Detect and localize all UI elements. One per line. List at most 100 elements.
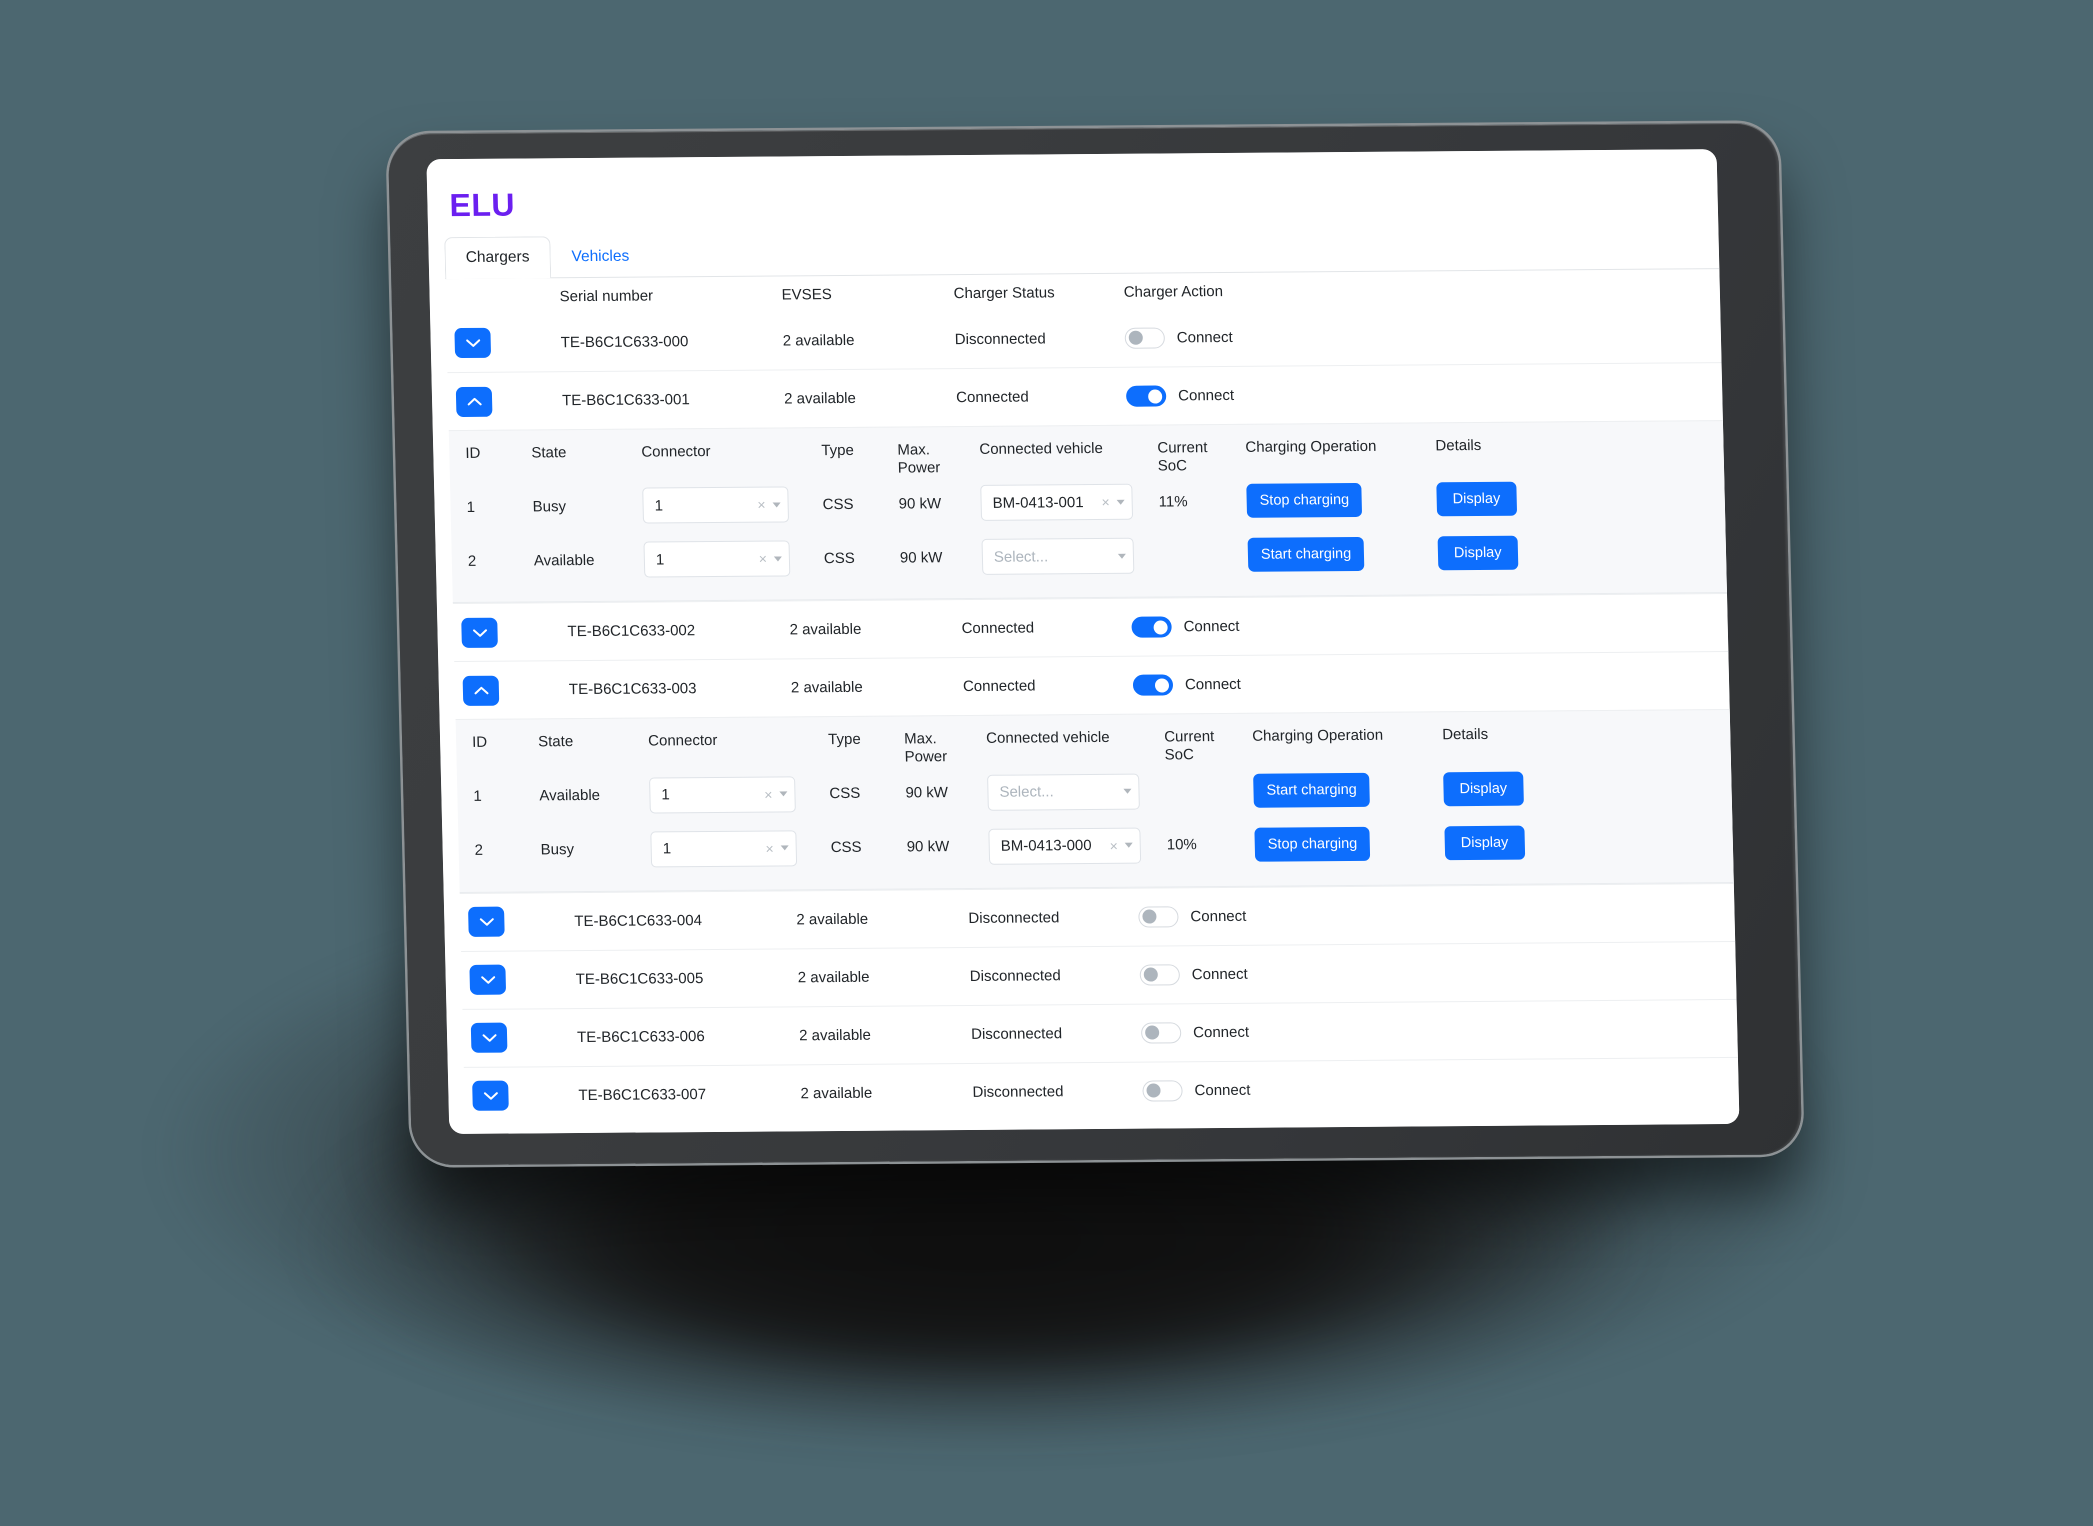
expand-button[interactable]	[469, 964, 507, 996]
evse-row: 2 Busy 1 × CSS 90 kW BM-0413-000 × 10% Stop charg…	[458, 814, 1733, 878]
charger-expand-cell	[460, 906, 569, 938]
charger-serial-number: TE-B6C1C633-000	[560, 332, 689, 351]
toggle-knob	[1145, 1083, 1161, 1098]
display-details-button[interactable]: Display	[1444, 825, 1525, 860]
connector-select[interactable]: 1 ×	[649, 776, 796, 814]
vehicle-select-clear-icon[interactable]: ×	[1109, 838, 1118, 854]
connector-select-chevron-down-icon[interactable]	[772, 502, 781, 508]
vehicle-select-value: BM-0413-000	[1000, 837, 1092, 855]
charger-serial-number: TE-B6C1C633-001	[561, 391, 690, 410]
evse-current-soc	[1154, 555, 1242, 556]
vehicle-select-chevron-down-icon[interactable]	[1123, 788, 1132, 795]
vehicle-select-value: Select...	[999, 783, 1054, 801]
vehicle-select-chevron-down-icon[interactable]	[1124, 842, 1133, 848]
toggle-knob	[1154, 678, 1170, 693]
connector-select-clear-icon[interactable]: ×	[764, 786, 773, 802]
toggle-knob	[1148, 388, 1163, 404]
collapse-button[interactable]	[462, 675, 500, 706]
charger-evses-count: 2 available	[796, 910, 869, 929]
evse-header-state: State	[537, 733, 574, 751]
expand-button[interactable]	[454, 327, 492, 359]
tab-vehicles[interactable]: Vehicles	[550, 236, 651, 278]
evse-id: 1	[473, 788, 482, 806]
evse-current-soc	[1159, 791, 1247, 792]
evse-header-current-soc-line1: Current	[1164, 728, 1215, 746]
evse-vehicle-cell: Select...	[976, 538, 1155, 576]
expand-button[interactable]	[461, 617, 498, 648]
display-details-button[interactable]: Display	[1437, 536, 1518, 571]
vehicle-select-value: Select...	[993, 548, 1049, 566]
evse-header-max-power-line1: Max.	[897, 441, 931, 459]
start-charging-button[interactable]: Start charging	[1247, 537, 1365, 573]
connector-select-value: 1	[662, 840, 672, 858]
evse-row: 2 Available 1 × CSS 90 kW Select... Start charg…	[451, 524, 1726, 588]
connector-select[interactable]: 1 ×	[642, 486, 790, 524]
charger-status: Connected	[962, 677, 1036, 696]
vehicle-select[interactable]: Select...	[981, 538, 1135, 576]
vehicle-select[interactable]: Select...	[987, 773, 1140, 811]
evse-row: 1 Busy 1 × CSS 90 kW BM-0413-001 × 11% Stop charg…	[450, 470, 1725, 534]
charger-status: Disconnected	[972, 1082, 1064, 1101]
vehicle-select-chevron-down-icon[interactable]	[1116, 499, 1125, 505]
evse-operation-cell: Start charging	[1242, 537, 1433, 573]
toggle-knob	[1153, 620, 1168, 635]
connector-select-chevron-down-icon[interactable]	[773, 556, 782, 562]
evse-operation-cell: Start charging	[1247, 772, 1438, 808]
connector-select-chevron-down-icon[interactable]	[779, 791, 788, 797]
connector-select[interactable]: 1 ×	[650, 830, 798, 868]
connector-select-clear-icon[interactable]: ×	[759, 551, 768, 567]
connector-select-chevron-down-icon[interactable]	[780, 845, 789, 851]
vehicle-select[interactable]: BM-0413-000 ×	[988, 827, 1142, 865]
charger-serial-number: TE-B6C1C633-002	[567, 622, 696, 641]
evse-connector-cell: 1 ×	[636, 486, 817, 524]
evse-id: 2	[474, 842, 484, 860]
charger-expand-cell	[453, 617, 562, 648]
charger-status: Connected	[955, 388, 1029, 407]
connect-toggle-switch[interactable]	[1139, 964, 1181, 986]
connector-select-clear-icon[interactable]: ×	[757, 497, 766, 513]
evse-header-connector: Connector	[647, 732, 718, 750]
charger-expand-cell	[455, 675, 564, 706]
collapse-button[interactable]	[455, 386, 493, 417]
evse-header-type: Type	[827, 731, 861, 749]
evse-max-power: 90 kW	[905, 784, 949, 802]
charger-expand-cell	[464, 1080, 573, 1112]
expand-button[interactable]	[468, 906, 505, 938]
connect-toggle-switch[interactable]	[1140, 1022, 1182, 1044]
vehicle-select-chevron-down-icon[interactable]	[1117, 553, 1126, 559]
evse-panel: ID State Connector Type Max. Power Connected v…	[455, 709, 1734, 893]
vehicle-select-clear-icon[interactable]: ×	[1101, 494, 1110, 510]
connect-toggle-switch[interactable]	[1132, 674, 1174, 697]
connect-toggle-switch[interactable]	[1124, 326, 1166, 349]
evse-state: Available	[533, 551, 595, 570]
expand-button[interactable]	[472, 1080, 509, 1112]
start-charging-button[interactable]: Start charging	[1253, 772, 1371, 808]
connector-select-value: 1	[661, 786, 670, 804]
evse-header-current-soc: Current SoC	[1151, 435, 1240, 475]
charger-action-cell: Connect	[1119, 325, 1380, 349]
evse-header-connected-vehicle: Connected vehicle	[986, 729, 1110, 748]
charger-status: Disconnected	[970, 1024, 1063, 1043]
connect-toggle-switch[interactable]	[1138, 906, 1179, 928]
stop-charging-button[interactable]: Stop charging	[1246, 483, 1363, 519]
table-row: TE-B6C1C633-002 2 available Connected Conne…	[452, 593, 1729, 662]
connector-select-clear-icon[interactable]: ×	[765, 840, 774, 856]
charger-evses-count: 2 available	[800, 1084, 873, 1103]
vehicle-select[interactable]: BM-0413-001 ×	[980, 484, 1134, 522]
connect-label: Connect	[1192, 1023, 1250, 1041]
tab-chargers[interactable]: Chargers	[444, 236, 551, 280]
connect-label: Connect	[1177, 386, 1235, 405]
stop-charging-button[interactable]: Stop charging	[1254, 826, 1371, 862]
connect-toggle-switch[interactable]	[1142, 1080, 1183, 1102]
expand-button[interactable]	[470, 1022, 508, 1054]
charger-action-cell: Connect	[1135, 1020, 1396, 1044]
charger-action-cell: Connect	[1125, 615, 1386, 639]
display-details-button[interactable]: Display	[1436, 482, 1517, 517]
connect-toggle-switch[interactable]	[1131, 616, 1172, 639]
evse-header-id: ID	[471, 734, 488, 752]
evse-details-cell: Display	[1438, 825, 1559, 860]
brand-logo: ELU	[449, 186, 516, 224]
display-details-button[interactable]: Display	[1443, 771, 1524, 806]
connector-select[interactable]: 1 ×	[643, 540, 791, 578]
connect-toggle-switch[interactable]	[1125, 385, 1167, 407]
